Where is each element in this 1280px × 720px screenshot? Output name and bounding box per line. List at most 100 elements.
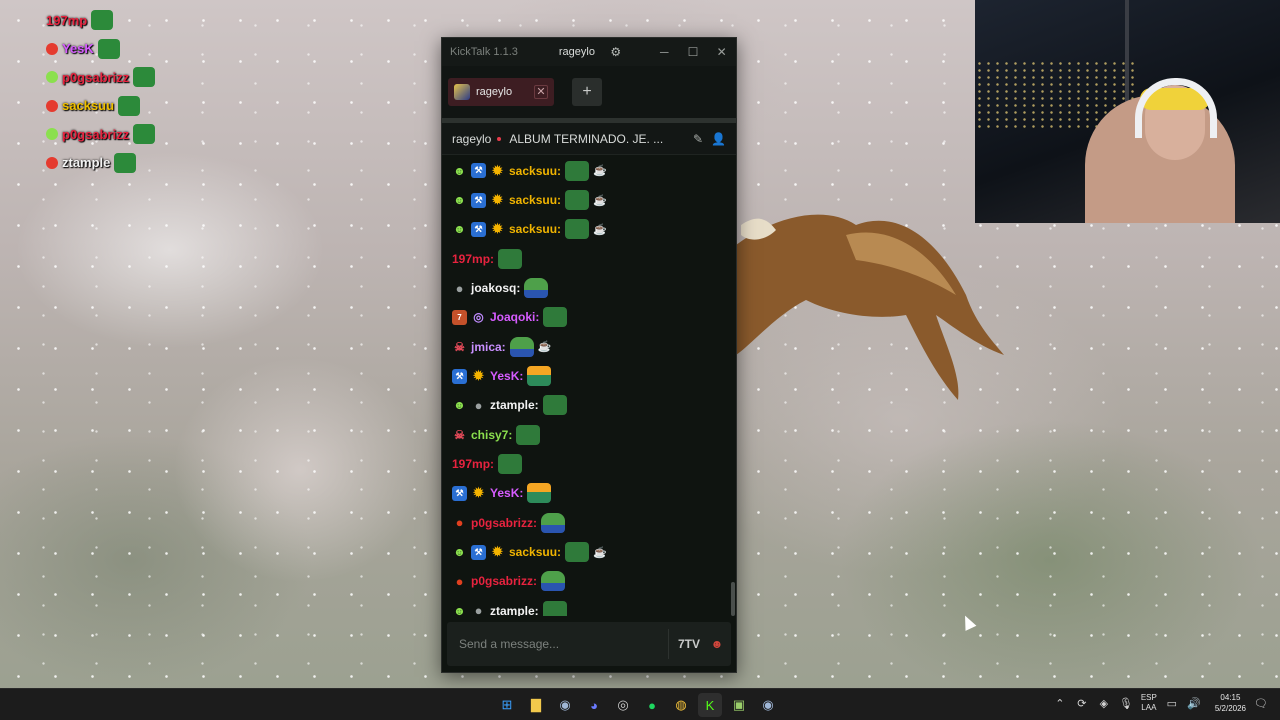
chat-username[interactable]: ztample:: [490, 398, 539, 412]
tab-close-icon[interactable]: ✕: [534, 85, 548, 99]
chat-username[interactable]: sacksuu:: [509, 545, 561, 559]
emote-extra-icon[interactable]: ☕: [538, 340, 552, 353]
frog-emote-icon[interactable]: [516, 424, 541, 445]
moderator-badge-icon[interactable]: ⚒: [452, 485, 467, 501]
frog-emote-icon[interactable]: [565, 219, 590, 240]
frog-emote-icon[interactable]: [565, 190, 590, 211]
moderator-badge-icon[interactable]: ⚒: [452, 368, 467, 384]
microphone-icon[interactable]: 🎙: [1119, 697, 1133, 710]
add-tab-button[interactable]: +: [572, 78, 602, 106]
start-icon[interactable]: ⊞: [495, 693, 519, 717]
current-user[interactable]: rageylo: [559, 46, 610, 58]
kick-emote-icon[interactable]: ☻: [703, 630, 731, 658]
chat-message[interactable]: ☠ chisy7:: [452, 420, 732, 449]
face-emote-icon[interactable]: [509, 336, 534, 357]
chat-username[interactable]: joakosq:: [471, 281, 520, 295]
chat-message[interactable]: 197mp:: [452, 244, 732, 273]
steam-alt-icon[interactable]: ◉: [756, 693, 780, 717]
emote-extra-icon[interactable]: ☕: [593, 194, 607, 207]
chat-username[interactable]: YesK:: [490, 486, 523, 500]
gifter-badge-icon[interactable]: ✹: [490, 192, 505, 208]
scrollbar-thumb[interactable]: [731, 582, 735, 616]
subscriber-badge-icon[interactable]: ☻: [452, 163, 467, 178]
chat-username[interactable]: p0gsabrizz:: [471, 574, 537, 588]
clock[interactable]: 04:15 5/2/2026: [1215, 692, 1246, 714]
frog-emote-icon[interactable]: [542, 395, 567, 416]
chat-message[interactable]: ● p0gsabrizz:: [452, 567, 732, 596]
founder-red-badge-icon[interactable]: ●: [452, 574, 467, 589]
moderator-badge-icon[interactable]: ⚒: [471, 221, 486, 237]
chat-username[interactable]: p0gsabrizz:: [471, 516, 537, 530]
frog-emote-icon[interactable]: [543, 307, 568, 328]
message-list[interactable]: ☻ ⚒ ✹ sacksuu: ☕ ☻ ⚒ ✹ sacksuu: ☕ ☻ ⚒ ✹ sacksuu: ☕ 197m…: [442, 156, 732, 616]
close-window-button[interactable]: ✕: [707, 45, 736, 59]
moderator-badge-icon[interactable]: ⚒: [471, 544, 486, 560]
chat-username[interactable]: YesK:: [490, 369, 523, 383]
frog-emote-icon[interactable]: [542, 600, 567, 616]
chat-message[interactable]: ☻ ⚒ ✹ sacksuu: ☕: [452, 185, 732, 214]
gifter-badge-icon[interactable]: ✹: [490, 544, 505, 560]
verified-badge-icon[interactable]: ●: [471, 603, 486, 616]
sunset-emote-icon[interactable]: [527, 483, 552, 504]
sunset-emote-icon[interactable]: [527, 366, 552, 387]
maximize-button[interactable]: ☐: [679, 45, 708, 59]
chat-message[interactable]: ☻ ⚒ ✹ sacksuu: ☕: [452, 156, 732, 185]
moderator-badge-icon[interactable]: ⚒: [471, 192, 486, 208]
chat-message[interactable]: ☻ ⚒ ✹ sacksuu: ☕: [452, 537, 732, 566]
verified-badge-icon[interactable]: ●: [471, 398, 486, 413]
language-indicator[interactable]: ESP LAA: [1141, 693, 1157, 713]
chat-message[interactable]: ⚒ ✹ YesK:: [452, 361, 732, 390]
gifter-badge-icon[interactable]: ✹: [490, 163, 505, 178]
founder-badge-icon[interactable]: ☠: [452, 427, 467, 442]
subscriber-badge-icon[interactable]: ☻: [452, 222, 467, 237]
chat-message[interactable]: ☻ ● ztample:: [452, 596, 732, 616]
emote-extra-icon[interactable]: ☕: [593, 223, 607, 236]
monitor-icon[interactable]: ▭: [1165, 697, 1179, 710]
chat-username[interactable]: sacksuu:: [509, 164, 561, 178]
subscriber-badge-icon[interactable]: ☻: [452, 193, 467, 208]
file-explorer-icon[interactable]: ▇: [524, 693, 548, 717]
settings-gear-icon[interactable]: ⚙: [610, 45, 650, 59]
frog-emote-icon[interactable]: [565, 542, 590, 563]
founder-badge-icon[interactable]: ☠: [452, 339, 467, 354]
chat-message[interactable]: ● p0gsabrizz:: [452, 508, 732, 537]
emote-extra-icon[interactable]: ☕: [593, 164, 607, 177]
notifications-icon[interactable]: 🗨: [1254, 697, 1268, 710]
kicktalk-icon[interactable]: ▣: [727, 693, 751, 717]
face-emote-icon[interactable]: [541, 512, 566, 533]
verified-badge-icon[interactable]: ●: [452, 281, 467, 296]
gifter-badge-icon[interactable]: ✹: [471, 485, 486, 501]
title-bar[interactable]: KickTalk 1.1.3 rageylo ⚙ ─ ☐ ✕: [442, 38, 736, 66]
discord-icon[interactable]: ◕: [582, 693, 606, 717]
kick-icon[interactable]: K: [698, 693, 722, 717]
chat-username[interactable]: sacksuu:: [509, 222, 561, 236]
header-channel[interactable]: rageylo: [452, 132, 491, 146]
chrome-icon[interactable]: ◍: [669, 693, 693, 717]
sync-icon[interactable]: ⟳: [1075, 697, 1089, 710]
chat-message[interactable]: ☠ jmica: ☕: [452, 332, 732, 361]
gifter-badge-icon[interactable]: ✹: [490, 221, 505, 237]
subscriber-badge-icon[interactable]: ☻: [452, 603, 467, 616]
volume-icon[interactable]: 🔊: [1187, 697, 1201, 710]
chat-message[interactable]: ● joakosq:: [452, 273, 732, 302]
chat-username[interactable]: ztample:: [490, 604, 539, 616]
moderator-badge-icon[interactable]: ⚒: [471, 163, 486, 179]
gifter-badge-icon[interactable]: ✹: [471, 368, 486, 384]
shield-icon[interactable]: ◈: [1097, 697, 1111, 710]
founder-red-badge-icon[interactable]: ●: [452, 515, 467, 530]
subscriber-badge-icon[interactable]: ☻: [452, 398, 467, 413]
obs-icon[interactable]: ◎: [611, 693, 635, 717]
chat-message[interactable]: ☻ ⚒ ✹ sacksuu: ☕: [452, 215, 732, 244]
steam-icon[interactable]: ◉: [553, 693, 577, 717]
7tv-emote-icon[interactable]: 7TV: [675, 630, 703, 658]
face-emote-icon[interactable]: [524, 278, 549, 299]
user-icon[interactable]: 👤: [711, 132, 726, 146]
chat-message[interactable]: 7 ◎ Joaqoki:: [452, 303, 732, 332]
emote-extra-icon[interactable]: ☕: [593, 546, 607, 559]
frog-emote-icon[interactable]: [498, 454, 523, 475]
chat-username[interactable]: 197mp:: [452, 457, 494, 471]
chat-username[interactable]: jmica:: [471, 340, 506, 354]
tab-rageylo[interactable]: rageylo ✕: [448, 78, 554, 106]
frog-emote-icon[interactable]: [498, 248, 523, 269]
minimize-button[interactable]: ─: [650, 45, 679, 59]
